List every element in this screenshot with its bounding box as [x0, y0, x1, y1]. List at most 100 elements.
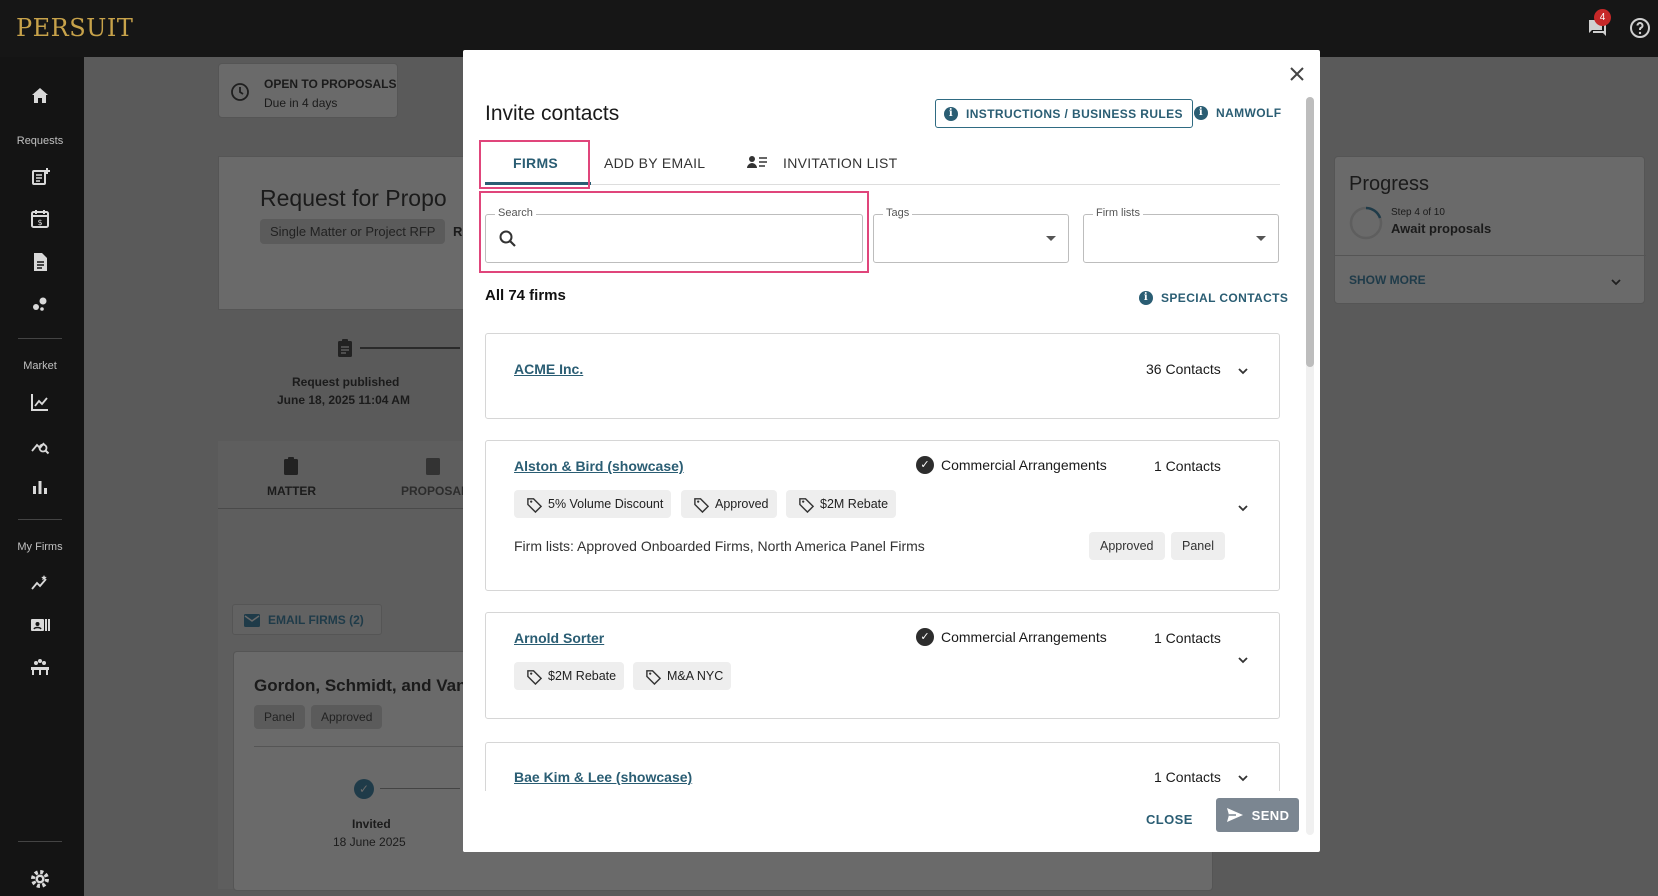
settings-gear-icon[interactable] — [28, 867, 52, 891]
progress-show-more[interactable]: SHOW MORE — [1349, 273, 1426, 287]
firm-tag: M&A NYC — [633, 662, 732, 690]
proposal-tab-icon — [424, 456, 442, 476]
sidebar-section-requests: Requests — [16, 135, 64, 147]
search-label: Search — [495, 207, 536, 219]
home-icon[interactable] — [28, 84, 52, 108]
modal-title: Invite contacts — [485, 102, 620, 125]
sidebar: Requests $ Market My Firms — [0, 57, 84, 896]
request-type-chip: Single Matter or Project RFP — [260, 219, 446, 244]
firm-contacts-count: 1 Contacts — [1154, 769, 1221, 785]
send-button[interactable]: SEND — [1216, 798, 1299, 832]
chevron-down-icon[interactable] — [1236, 771, 1250, 785]
highlight-firms-tab — [479, 140, 590, 189]
firm-timeline-line — [380, 788, 460, 789]
scatter-chart-icon[interactable] — [28, 390, 52, 414]
chevron-down-icon[interactable] — [1610, 275, 1622, 287]
progress-title: Progress — [1349, 173, 1430, 195]
calendar-icon[interactable]: $ — [28, 207, 52, 231]
firm-count: All 74 firms — [485, 287, 566, 304]
namwolf-button[interactable]: i NAMWOLF — [1194, 106, 1281, 120]
tag-icon — [527, 497, 543, 513]
tag-icon — [799, 497, 815, 513]
email-firms-label: EMAIL FIRMS (2) — [268, 613, 364, 627]
modal-scrollbar[interactable] — [1306, 97, 1314, 835]
bar-chart-icon[interactable] — [28, 475, 52, 499]
firm-tag: 5% Volume Discount — [514, 490, 672, 518]
bg-tab-matter[interactable]: MATTER — [267, 484, 316, 498]
progress-step-name: Await proposals — [1391, 221, 1492, 236]
timeline-published-date: June 18, 2025 11:04 AM — [277, 393, 410, 407]
bg-tab-proposal[interactable]: PROPOSAL — [401, 484, 468, 498]
tags-label: Tags — [883, 207, 913, 219]
chevron-down-icon[interactable] — [1236, 653, 1250, 667]
chevron-down-icon[interactable] — [1236, 364, 1250, 378]
firm-name-link[interactable]: Alston & Bird (showcase) — [514, 458, 684, 474]
scrollbar-thumb[interactable] — [1306, 97, 1314, 367]
market-search-icon[interactable] — [28, 433, 52, 457]
contact-list-icon — [747, 154, 767, 172]
tag-icon — [694, 497, 710, 513]
send-icon — [1226, 808, 1243, 822]
firm-lists-select[interactable]: Firm lists — [1083, 207, 1279, 263]
tabs-divider — [218, 508, 468, 509]
email-firms-button[interactable]: EMAIL FIRMS (2) — [232, 604, 382, 635]
firms-performance-icon[interactable] — [28, 571, 52, 595]
search-field[interactable]: Search — [485, 207, 863, 263]
top-bar: PERSUIT 4 — [0, 0, 1658, 57]
firm-tag: $2M Rebate — [786, 490, 897, 518]
request-type-chip-more: R — [453, 224, 463, 239]
firm-contacts-count: 1 Contacts — [1154, 630, 1221, 646]
tags-select[interactable]: Tags — [873, 207, 1069, 263]
special-contacts-button[interactable]: i SPECIAL CONTACTS — [1139, 291, 1288, 305]
panel-icon[interactable] — [28, 655, 52, 679]
sidebar-divider — [18, 841, 62, 842]
firm-pill-panel: Panel — [1171, 532, 1225, 560]
tab-invitation-list-label: INVITATION LIST — [783, 155, 898, 171]
firm-contacts-count: 1 Contacts — [1154, 458, 1221, 474]
document-icon[interactable] — [28, 250, 52, 274]
firm-lists-text: Firm lists: Approved Onboarded Firms, No… — [514, 538, 925, 554]
firm-name-link[interactable]: Bae Kim & Lee (showcase) — [514, 769, 692, 785]
special-contacts-label: SPECIAL CONTACTS — [1161, 291, 1289, 305]
search-input[interactable] — [526, 225, 846, 253]
firm-directory-icon[interactable] — [28, 613, 52, 637]
dropdown-arrow-icon — [1046, 236, 1056, 241]
tag-icon — [646, 669, 662, 685]
close-icon[interactable] — [1286, 63, 1308, 85]
tab-invitation-list[interactable]: INVITATION LIST — [747, 139, 897, 187]
timeline-published-label: Request published — [292, 375, 400, 389]
tab-add-by-email[interactable]: ADD BY EMAIL — [604, 139, 705, 187]
firm-card-divider — [254, 746, 464, 747]
help-icon[interactable] — [1628, 16, 1652, 40]
persuit-logo[interactable]: PERSUIT — [16, 14, 133, 42]
firm-card-alston-bird: Alston & Bird (showcase) ✓ Commercial Ar… — [485, 440, 1280, 591]
analytics-dots-icon[interactable] — [28, 292, 52, 316]
status-card: OPEN TO PROPOSALS Due in 4 days — [218, 63, 398, 118]
bg-firm-chip-panel: Panel — [254, 705, 305, 729]
notification-badge: 4 — [1594, 9, 1611, 26]
request-title: Request for Propo — [260, 185, 447, 211]
instructions-button[interactable]: i INSTRUCTIONS / BUSINESS RULES — [935, 99, 1193, 128]
clipboard-icon — [336, 338, 354, 358]
firm-card-acme: ACME Inc. 36 Contacts — [485, 333, 1280, 419]
firm-name-link[interactable]: ACME Inc. — [514, 361, 583, 377]
firm-contacts-count: 36 Contacts — [1146, 361, 1221, 377]
commercial-arrangements: ✓ Commercial Arrangements — [916, 456, 1107, 474]
bg-step-label: Invited — [352, 817, 391, 831]
sidebar-section-my-firms: My Firms — [17, 541, 63, 553]
sidebar-section-market: Market — [23, 360, 57, 372]
status-due: Due in 4 days — [264, 96, 338, 110]
tabs-divider — [485, 184, 1280, 185]
chevron-down-icon[interactable] — [1236, 501, 1250, 515]
firm-tag: Approved — [681, 490, 777, 518]
new-request-icon[interactable] — [28, 165, 52, 189]
info-icon: i — [1194, 106, 1208, 120]
bg-firm-name: Gordon, Schmidt, and Van — [254, 676, 467, 695]
close-button[interactable]: CLOSE — [1146, 812, 1193, 827]
firm-card-arnold-sorter: Arnold Sorter ✓ Commercial Arrangements … — [485, 612, 1280, 719]
firm-tag-label: Approved — [715, 497, 769, 511]
commercial-arrangements: ✓ Commercial Arrangements — [916, 628, 1107, 646]
firm-name-link[interactable]: Arnold Sorter — [514, 630, 604, 646]
progress-divider — [1335, 255, 1646, 256]
info-icon: i — [944, 106, 958, 121]
